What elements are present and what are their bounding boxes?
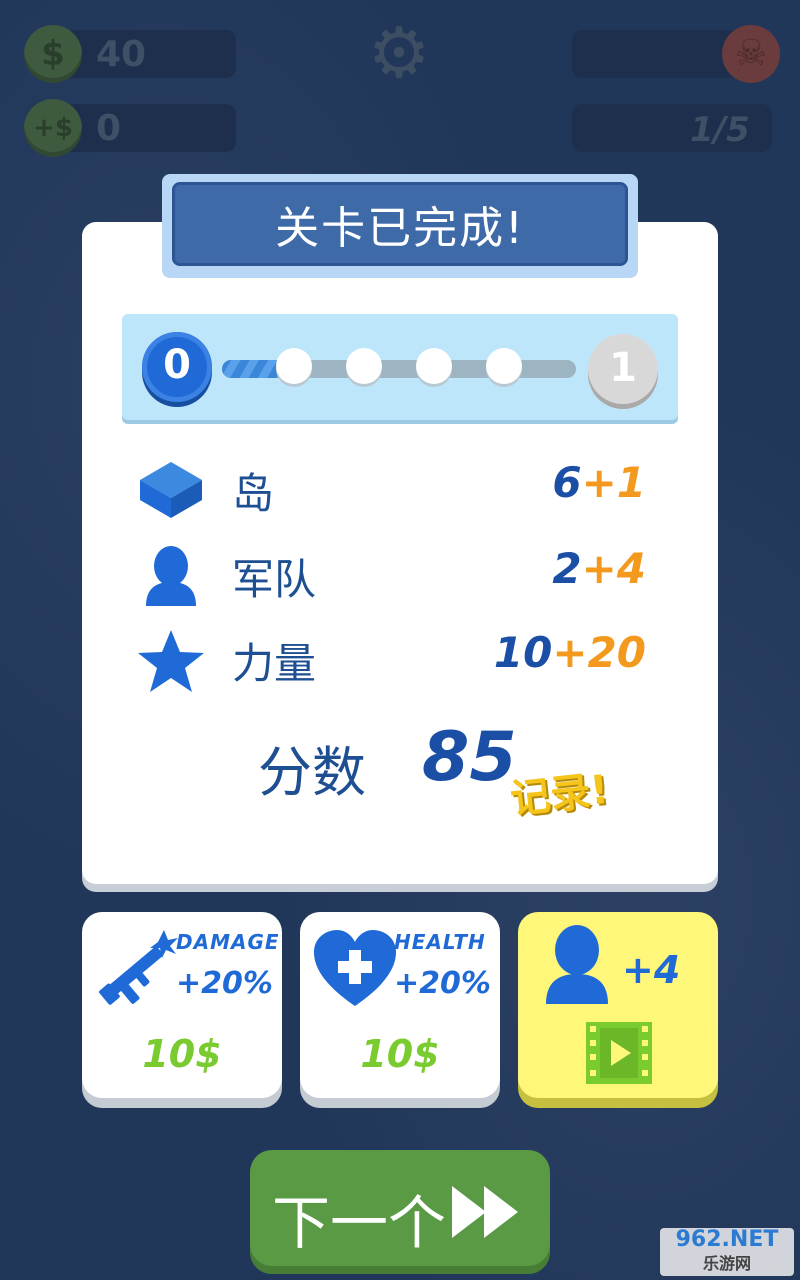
next-level-badge: 1 <box>588 334 658 404</box>
upgrade-amount: +20% <box>176 966 273 1001</box>
progress-dot <box>416 348 452 384</box>
progress-dot <box>346 348 382 384</box>
next-button-label: 下一个 <box>272 1189 447 1257</box>
fast-forward-icon <box>452 1186 518 1238</box>
money-bar <box>60 30 236 78</box>
next-level-button[interactable]: 下一个 <box>250 1150 550 1274</box>
income-value: 0 <box>96 108 122 149</box>
stat-value: 2+4 <box>552 544 646 593</box>
damage-upgrade-button[interactable]: DAMAGE +20% 10$ <box>82 912 282 1098</box>
star-icon <box>138 630 204 692</box>
health-upgrade-button[interactable]: HEALTH +20% 10$ <box>300 912 500 1098</box>
page-title: 关卡已完成! <box>172 182 628 266</box>
settings-gear-icon[interactable]: ⚙ <box>362 16 436 90</box>
upgrade-price: 10$ <box>360 1032 440 1076</box>
stat-row-island: 岛 6+1 <box>136 456 650 526</box>
person-icon <box>146 546 196 606</box>
money-icon: $ <box>24 25 82 83</box>
stat-row-power: 力量 10+20 <box>136 626 650 696</box>
video-ad-icon <box>586 1022 652 1084</box>
money-value: 40 <box>96 34 147 75</box>
stat-row-army: 军队 2+4 <box>136 542 650 612</box>
score-value: 85 <box>422 718 517 797</box>
upgrade-name: HEALTH <box>394 930 486 954</box>
current-level-badge: 0 <box>142 332 212 402</box>
stat-label: 军队 <box>232 555 317 604</box>
score-label: 分数 <box>258 741 366 804</box>
person-icon <box>546 925 608 1004</box>
progress-dot <box>276 348 312 384</box>
upgrade-price: 10$ <box>142 1032 222 1076</box>
progress-dot <box>486 348 522 384</box>
stat-value: 10+20 <box>493 628 646 677</box>
upgrade-name: DAMAGE <box>176 930 280 954</box>
wave-counter: 1/5 <box>690 110 750 150</box>
level-progress-panel: 0 1 <box>122 314 678 420</box>
skull-icon: ☠ <box>722 25 780 83</box>
upgrade-amount: +20% <box>394 966 491 1001</box>
stat-label: 岛 <box>232 469 275 518</box>
video-reward-button[interactable]: +4 <box>518 912 718 1098</box>
income-icon: +$ <box>24 99 82 157</box>
rifle-icon <box>99 930 178 1005</box>
reward-amount: +4 <box>622 948 681 992</box>
progress-track <box>222 360 576 378</box>
site-watermark: 962.NET 乐游网 <box>660 1228 794 1276</box>
income-bar <box>60 104 236 152</box>
stat-value: 6+1 <box>552 458 646 507</box>
record-badge: 记录! <box>508 766 611 823</box>
stat-label: 力量 <box>232 639 317 688</box>
title-banner: 关卡已完成! <box>162 174 638 278</box>
island-icon <box>140 462 202 518</box>
heart-plus-icon <box>314 930 396 1006</box>
